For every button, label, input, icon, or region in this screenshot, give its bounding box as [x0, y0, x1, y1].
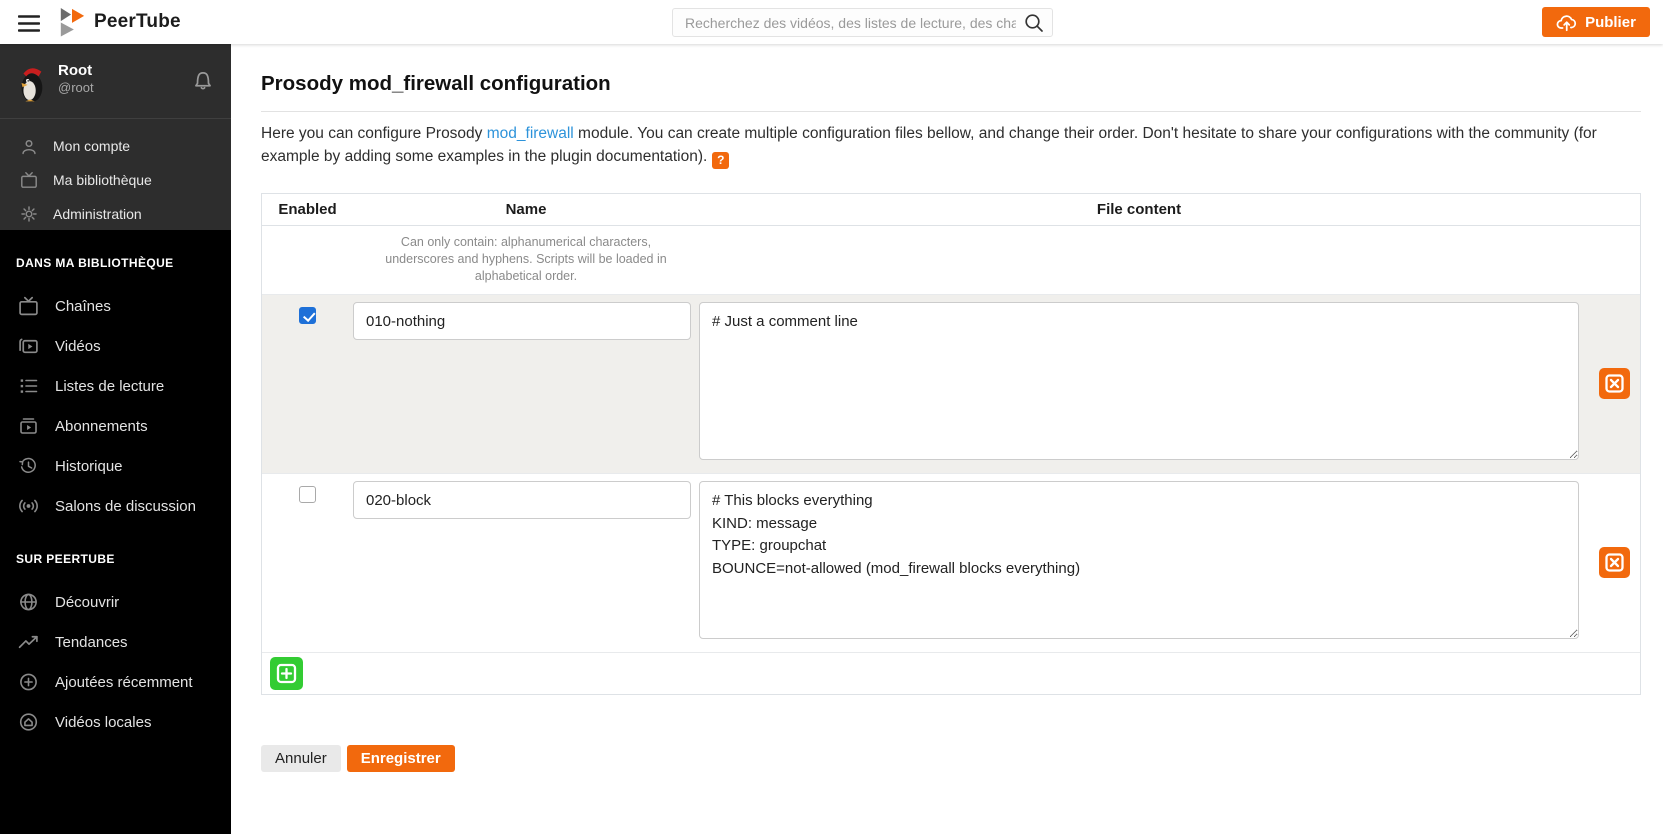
table-header-row: Enabled Name File content — [262, 194, 1640, 226]
item-label: Ajoutées récemment — [55, 674, 193, 691]
account-menu: Mon compte Ma bibliothèque Administratio… — [0, 119, 231, 231]
item-label: Salons de discussion — [55, 498, 196, 515]
tv-icon — [20, 171, 38, 189]
user-handle: @root — [58, 80, 94, 96]
intro-before-link: Here you can configure Prosody — [261, 125, 487, 142]
table-row: # This blocks everything KIND: message T… — [262, 474, 1640, 653]
sidebar: Root @root Mon compte Ma bibliothèque — [0, 44, 231, 834]
brand-name: PeerTube — [94, 11, 181, 33]
tv-icon — [18, 296, 39, 316]
file-content-textarea[interactable]: # This blocks everything KIND: message T… — [699, 481, 1579, 639]
search-input[interactable] — [672, 8, 1053, 37]
sidebar-item-decouvrir[interactable]: Découvrir — [0, 582, 231, 622]
subscriptions-icon — [18, 416, 39, 436]
mod-firewall-link[interactable]: mod_firewall — [487, 125, 574, 142]
delete-row-button[interactable] — [1599, 368, 1630, 399]
item-label: Listes de lecture — [55, 378, 164, 395]
peertube-logo[interactable]: PeerTube — [58, 6, 181, 38]
publish-button[interactable]: Publier — [1542, 7, 1650, 37]
sidebar-item-salons-de-discussion[interactable]: Salons de discussion — [0, 486, 231, 526]
home-icon — [18, 712, 39, 732]
delete-x-icon — [1599, 547, 1630, 578]
name-hint-row: Can only contain: alphanumerical charact… — [262, 226, 1640, 295]
item-label: Abonnements — [55, 418, 148, 435]
search-icon[interactable] — [1023, 12, 1045, 34]
item-label: Vidéos — [55, 338, 101, 355]
save-button[interactable]: Enregistrer — [347, 745, 455, 772]
file-content-textarea[interactable]: # Just a comment line — [699, 302, 1579, 460]
item-label: Chaînes — [55, 298, 111, 315]
user-name: Root — [58, 62, 94, 80]
help-icon[interactable]: ? — [712, 152, 729, 169]
sidebar-item-mon-compte[interactable]: Mon compte — [0, 129, 231, 163]
section-title-library: DANS MA BIBLIOTHÈQUE — [0, 256, 231, 270]
intro-text: Here you can configure Prosody mod_firew… — [261, 122, 1641, 169]
sidebar-item-chaines[interactable]: Chaînes — [0, 286, 231, 326]
script-name-input[interactable] — [353, 302, 691, 340]
globe-icon — [18, 592, 39, 612]
item-label: Vidéos locales — [55, 714, 151, 731]
gear-icon — [20, 205, 38, 223]
table-row: # Just a comment line — [262, 295, 1640, 474]
sidebar-item-ma-bibliotheque[interactable]: Ma bibliothèque — [0, 163, 231, 197]
column-header-enabled: Enabled — [262, 194, 353, 225]
menu-label: Administration — [53, 206, 142, 222]
sidebar-item-historique[interactable]: Historique — [0, 446, 231, 486]
sidebar-item-listes-de-lecture[interactable]: Listes de lecture — [0, 366, 231, 406]
enabled-checkbox[interactable] — [299, 307, 316, 324]
script-name-input[interactable] — [353, 481, 691, 519]
plus-circle-icon — [18, 672, 39, 692]
menu-label: Mon compte — [53, 138, 130, 154]
item-label: Découvrir — [55, 594, 119, 611]
add-row — [262, 653, 1640, 694]
avatar — [14, 62, 48, 104]
broadcast-icon — [18, 496, 39, 516]
sidebar-item-abonnements[interactable]: Abonnements — [0, 406, 231, 446]
main-content: Prosody mod_firewall configuration Here … — [231, 44, 1663, 834]
sidebar-item-videos[interactable]: Vidéos — [0, 326, 231, 366]
publish-label: Publier — [1585, 14, 1636, 31]
sidebar-item-tendances[interactable]: Tendances — [0, 622, 231, 662]
section-title-instance: SUR PEERTUBE — [0, 552, 231, 566]
enabled-checkbox[interactable] — [299, 486, 316, 503]
delete-row-button[interactable] — [1599, 547, 1630, 578]
name-hint: Can only contain: alphanumerical charact… — [353, 226, 699, 294]
sidebar-item-videos-locales[interactable]: Vidéos locales — [0, 702, 231, 742]
upload-cloud-icon — [1556, 13, 1578, 32]
page-title: Prosody mod_firewall configuration — [261, 72, 1641, 96]
menu-label: Ma bibliothèque — [53, 172, 152, 188]
form-actions: Annuler Enregistrer — [261, 745, 1641, 772]
title-divider — [261, 111, 1641, 112]
column-header-actions — [1579, 194, 1642, 225]
sidebar-item-ajoutees-recemment[interactable]: Ajoutées récemment — [0, 662, 231, 702]
history-icon — [18, 456, 39, 476]
item-label: Tendances — [55, 634, 128, 651]
sidebar-account-section: Root @root Mon compte Ma bibliothèque — [0, 44, 231, 230]
column-header-file-content: File content — [699, 194, 1579, 225]
cancel-button[interactable]: Annuler — [261, 745, 341, 772]
add-plus-icon — [270, 657, 303, 690]
user-profile[interactable]: Root @root — [0, 62, 231, 119]
trending-icon — [18, 632, 39, 652]
search-bar — [672, 8, 1053, 37]
delete-x-icon — [1599, 368, 1630, 399]
top-header: PeerTube Publier — [0, 0, 1663, 44]
peertube-logo-icon — [58, 6, 86, 38]
firewall-config-table: Enabled Name File content Can only conta… — [261, 193, 1641, 695]
playlist-icon — [18, 376, 39, 396]
notifications-bell-icon[interactable] — [191, 68, 215, 97]
video-icon — [18, 336, 39, 356]
menu-toggle-icon[interactable] — [12, 11, 46, 35]
sidebar-item-administration[interactable]: Administration — [0, 197, 231, 231]
add-file-button[interactable] — [270, 657, 303, 690]
user-icon — [20, 137, 38, 156]
column-header-name: Name — [353, 194, 699, 225]
item-label: Historique — [55, 458, 123, 475]
